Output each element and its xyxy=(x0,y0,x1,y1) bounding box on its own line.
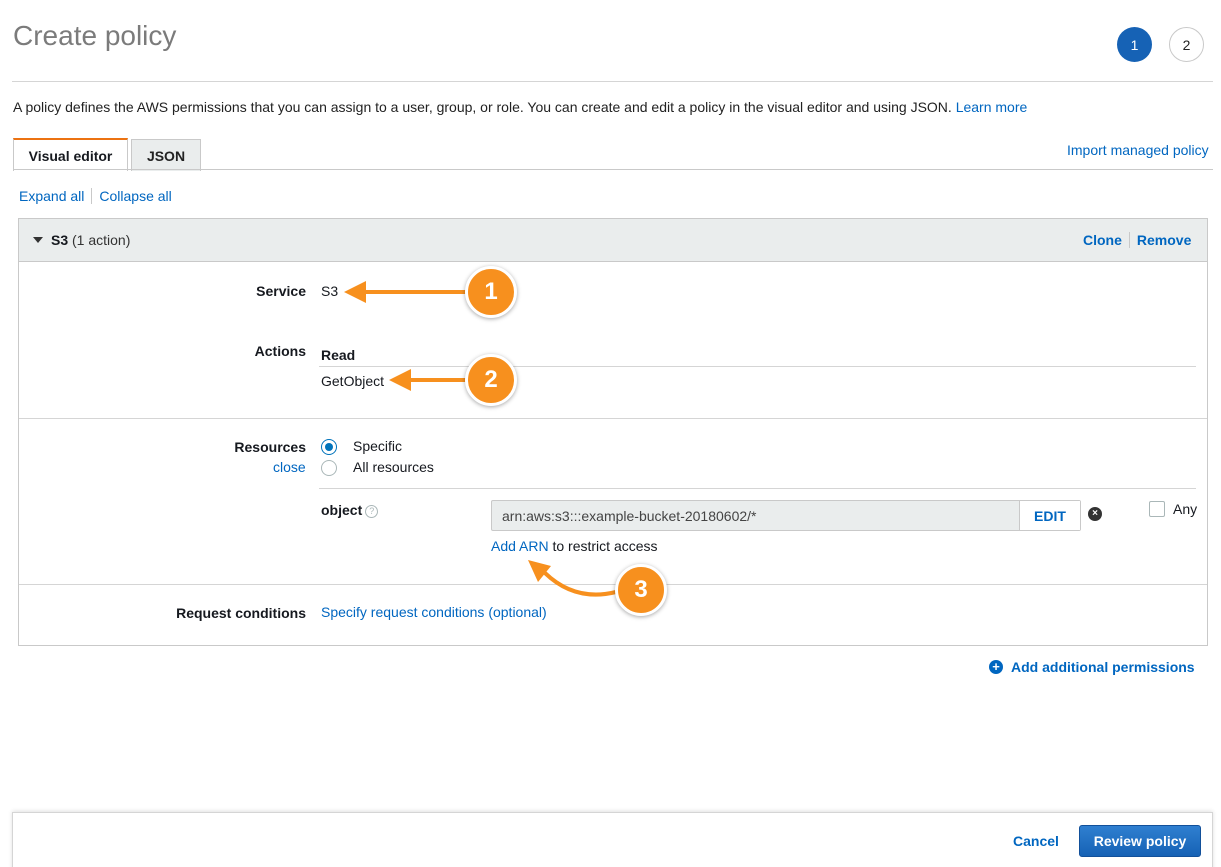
arrow-3-head xyxy=(528,560,551,582)
arrow-2-head xyxy=(389,369,411,391)
arrow-1-head xyxy=(344,281,366,303)
callout-badge-3: 3 xyxy=(615,564,667,616)
arrow-3-line xyxy=(543,571,618,597)
callout-badge-1: 1 xyxy=(465,266,517,318)
annotation-arrows xyxy=(344,281,618,597)
callout-badge-2: 2 xyxy=(465,354,517,406)
